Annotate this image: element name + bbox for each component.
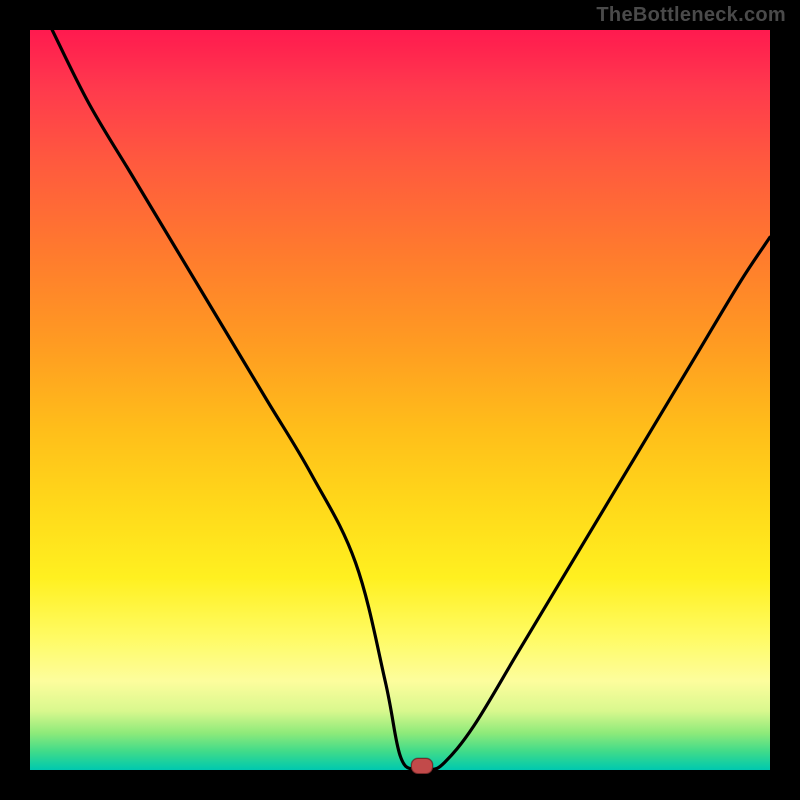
chart-stage: TheBottleneck.com [0, 0, 800, 800]
curve-path [52, 30, 770, 770]
bottleneck-curve [30, 30, 770, 770]
optimal-marker [411, 758, 433, 774]
watermark-text: TheBottleneck.com [596, 4, 786, 27]
plot-area [30, 30, 770, 770]
